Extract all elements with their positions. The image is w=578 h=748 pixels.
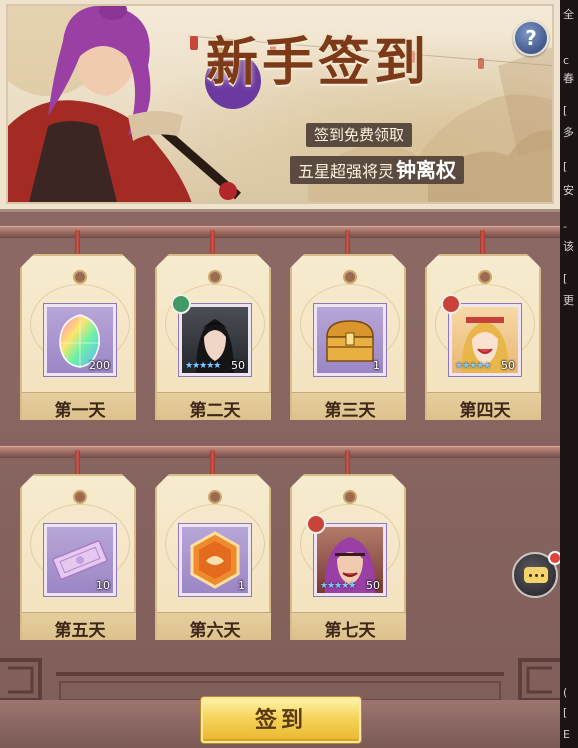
item-quantity: 50 (501, 359, 515, 372)
hero-name: 钟离权 (396, 158, 457, 182)
card-hole (208, 270, 222, 284)
side-text: 安 (563, 184, 574, 197)
side-text: [ (563, 160, 568, 173)
reward-item-frame: 1 (314, 304, 386, 376)
day-card-7[interactable]: ★★★★★ 50 第七天 (290, 450, 406, 640)
star-rating-icon: ★★★★★ (320, 581, 356, 591)
banner: 新手签到 签到免费领取 五星超强将灵 钟离权 ? (0, 0, 560, 212)
item-quantity: 1 (238, 579, 245, 592)
day-label: 第七天 (324, 621, 376, 641)
day-card-5[interactable]: 10 第五天 (20, 450, 136, 640)
shelf-top-1 (0, 226, 560, 238)
day-label: 第二天 (189, 401, 241, 421)
card-body: ★★★★★ 50 第四天 (425, 254, 541, 420)
star-rating-icon: ★★★★★ (455, 361, 491, 371)
side-text: 该 (563, 240, 574, 253)
side-text: ( (563, 686, 568, 699)
shelf-top-2 (0, 446, 560, 458)
card-body: 1 第三天 (290, 254, 406, 420)
free-signin-tag: 签到免费领取 (306, 123, 413, 147)
banner-title: 新手签到 (206, 32, 431, 93)
item-quantity: 50 (231, 359, 245, 372)
hero-reward-tag: 五星超强将灵 钟离权 (290, 156, 465, 184)
reward-item-frame: 10 (44, 524, 116, 596)
sign-in-button[interactable]: 签到 (201, 697, 361, 743)
card-hole (343, 270, 357, 284)
side-text: [ (563, 706, 568, 719)
item-quantity: 50 (366, 579, 380, 592)
day-label: 第一天 (54, 401, 106, 421)
side-text: [ (563, 104, 568, 117)
chat-dot (535, 574, 538, 577)
side-text: E (563, 728, 570, 741)
side-text: [ (563, 272, 568, 285)
chat-icon (524, 567, 548, 583)
item-quantity: 200 (89, 359, 110, 372)
card-hole (73, 490, 87, 504)
fire-element-icon (441, 294, 461, 314)
card-body: ★★★★★ 50 第二天 (155, 254, 271, 420)
sign-in-panel: 新手签到 签到免费领取 五星超强将灵 钟离权 ? 200 第一天 ★★★★★ 5… (0, 0, 560, 748)
reward-item-frame: ★★★★★ 50 (179, 304, 251, 376)
item-quantity: 10 (96, 579, 110, 592)
card-body: ★★★★★ 50 第七天 (290, 474, 406, 640)
reward-item-frame: 1 (179, 524, 251, 596)
day-card-4[interactable]: ★★★★★ 50 第四天 (425, 230, 541, 420)
day-card-1[interactable]: 200 第一天 (20, 230, 136, 420)
notification-dot (548, 551, 560, 565)
chat-dot (529, 574, 532, 577)
day-card-2[interactable]: ★★★★★ 50 第二天 (155, 230, 271, 420)
reward-item-frame: ★★★★★ 50 (449, 304, 521, 376)
wind-element-icon (171, 294, 191, 314)
star-rating-icon: ★★★★★ (185, 361, 221, 371)
card-hole (478, 270, 492, 284)
item-quantity: 1 (373, 359, 380, 372)
day-card-3[interactable]: 1 第三天 (290, 230, 406, 420)
hero-reward-prefix: 五星超强将灵 (298, 162, 395, 181)
fire-element-icon (306, 514, 326, 534)
card-body: 1 第六天 (155, 474, 271, 640)
side-panel: 全 c 春 [ 多 [ 安 - 该 [ 更 ( [ E (560, 0, 578, 748)
day-label: 第五天 (54, 621, 106, 641)
day-label: 第三天 (324, 401, 376, 421)
day-card-6[interactable]: 1 第六天 (155, 450, 271, 640)
day-label: 第六天 (189, 621, 241, 641)
card-hole (208, 490, 222, 504)
side-text: c (563, 54, 570, 67)
side-text: 全 (563, 8, 574, 21)
reward-item-frame: 200 (44, 304, 116, 376)
side-text: 春 (563, 72, 574, 85)
chat-dot (541, 574, 544, 577)
side-text: 多 (563, 126, 574, 139)
card-hole (73, 270, 87, 284)
card-hole (343, 490, 357, 504)
side-text: 更 (563, 294, 574, 307)
side-text: - (563, 220, 567, 233)
chat-button[interactable] (512, 551, 560, 598)
reward-item-frame: ★★★★★ 50 (314, 524, 386, 596)
help-button[interactable]: ? (513, 20, 549, 56)
card-body: 200 第一天 (20, 254, 136, 420)
banner-art: 新手签到 签到免费领取 五星超强将灵 钟离权 ? (6, 4, 554, 204)
day-label: 第四天 (459, 401, 511, 421)
card-body: 10 第五天 (20, 474, 136, 640)
